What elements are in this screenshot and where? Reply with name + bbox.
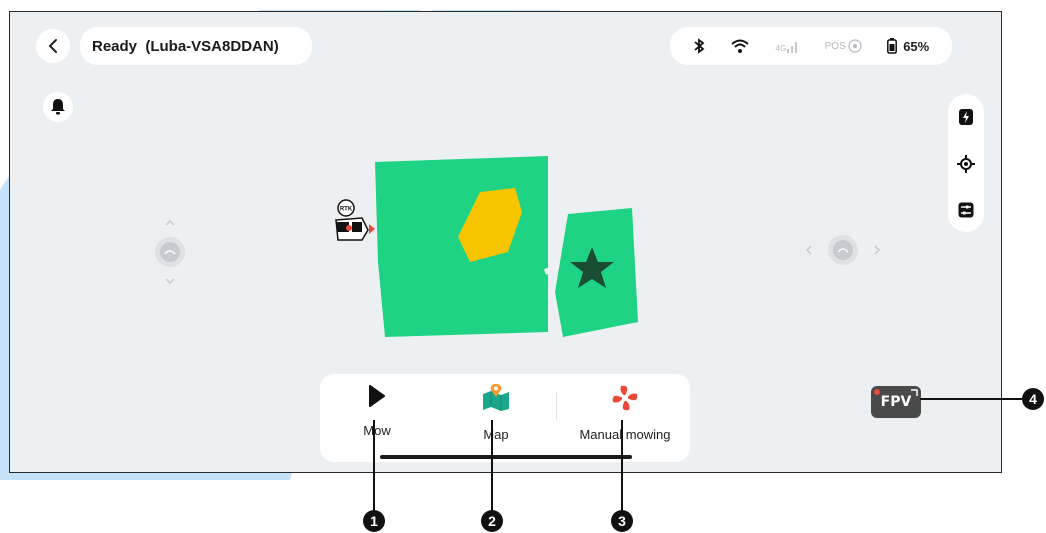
device-status-title: Ready (Luba-VSA8DDAN) — [80, 27, 312, 65]
wifi-icon — [731, 39, 749, 53]
home-indicator — [380, 455, 632, 459]
callout-line-4 — [920, 398, 1026, 400]
map-button[interactable]: Map — [441, 384, 551, 442]
fan-blade-icon — [612, 385, 638, 411]
mow-button[interactable]: Mow — [322, 384, 432, 438]
callout-line-1 — [373, 420, 375, 516]
pos-satellite-icon — [848, 39, 862, 53]
map-icon — [483, 384, 509, 411]
callout-marker-4: 4 — [1022, 388, 1044, 410]
callout-marker-3: 3 — [611, 510, 633, 532]
callout-line-3 — [621, 420, 623, 516]
battery-indicator: 65% — [887, 38, 929, 54]
pos-label: POS — [824, 40, 846, 52]
joystick-horizontal-arrows-icon — [805, 235, 881, 265]
mower-robot-marker: RTK — [332, 198, 382, 242]
callout-marker-2: 2 — [481, 510, 503, 532]
back-button[interactable] — [36, 29, 70, 63]
chevron-left-icon — [48, 39, 57, 53]
fpv-recording-dot — [874, 389, 880, 395]
app-screen: Ready (Luba-VSA8DDAN) 4G POS 65% RTK Mow… — [9, 11, 1002, 473]
map-label: Map — [483, 427, 509, 442]
bluetooth-icon — [694, 38, 705, 54]
pos-indicator: POS — [825, 39, 862, 53]
signal-bars-icon — [787, 42, 798, 53]
manual-mowing-label: Manual mowing — [579, 427, 671, 442]
callout-marker-1: 1 — [363, 510, 385, 532]
bell-icon — [51, 99, 65, 115]
manual-mowing-button[interactable]: Manual mowing — [560, 384, 690, 442]
charging-station-icon[interactable] — [958, 108, 974, 126]
joystick-vertical-arrows-icon — [155, 219, 185, 285]
status-bar: 4G POS 65% — [670, 27, 952, 65]
map-tools-sidebar — [948, 94, 984, 232]
left-joystick[interactable] — [147, 217, 193, 287]
rtk-label: RTK — [340, 207, 353, 213]
right-joystick[interactable] — [803, 230, 883, 270]
mow-label: Mow — [363, 423, 391, 438]
battery-icon — [887, 38, 898, 54]
cellular-label: 4G — [775, 44, 787, 53]
mower-robot-icon: RTK — [335, 199, 375, 241]
mowing-map[interactable] — [330, 152, 650, 352]
fpv-label: FPV — [880, 394, 912, 410]
page-title: Ready (Luba-VSA8DDAN) — [92, 37, 279, 55]
bottom-toolbar: Mow Map Manual mowing — [320, 374, 690, 462]
green-zone-large[interactable] — [375, 156, 548, 337]
locate-icon[interactable] — [957, 154, 975, 173]
settings-sliders-icon[interactable] — [958, 202, 974, 218]
callout-line-2 — [491, 420, 493, 516]
toolbar-divider — [556, 392, 557, 420]
notification-button[interactable] — [43, 92, 73, 122]
fpv-button[interactable]: FPV — [871, 386, 921, 418]
play-icon — [369, 385, 385, 407]
cellular-signal: 4G — [776, 39, 800, 53]
fpv-corner-icon — [911, 389, 918, 396]
battery-percent: 65% — [903, 38, 930, 54]
